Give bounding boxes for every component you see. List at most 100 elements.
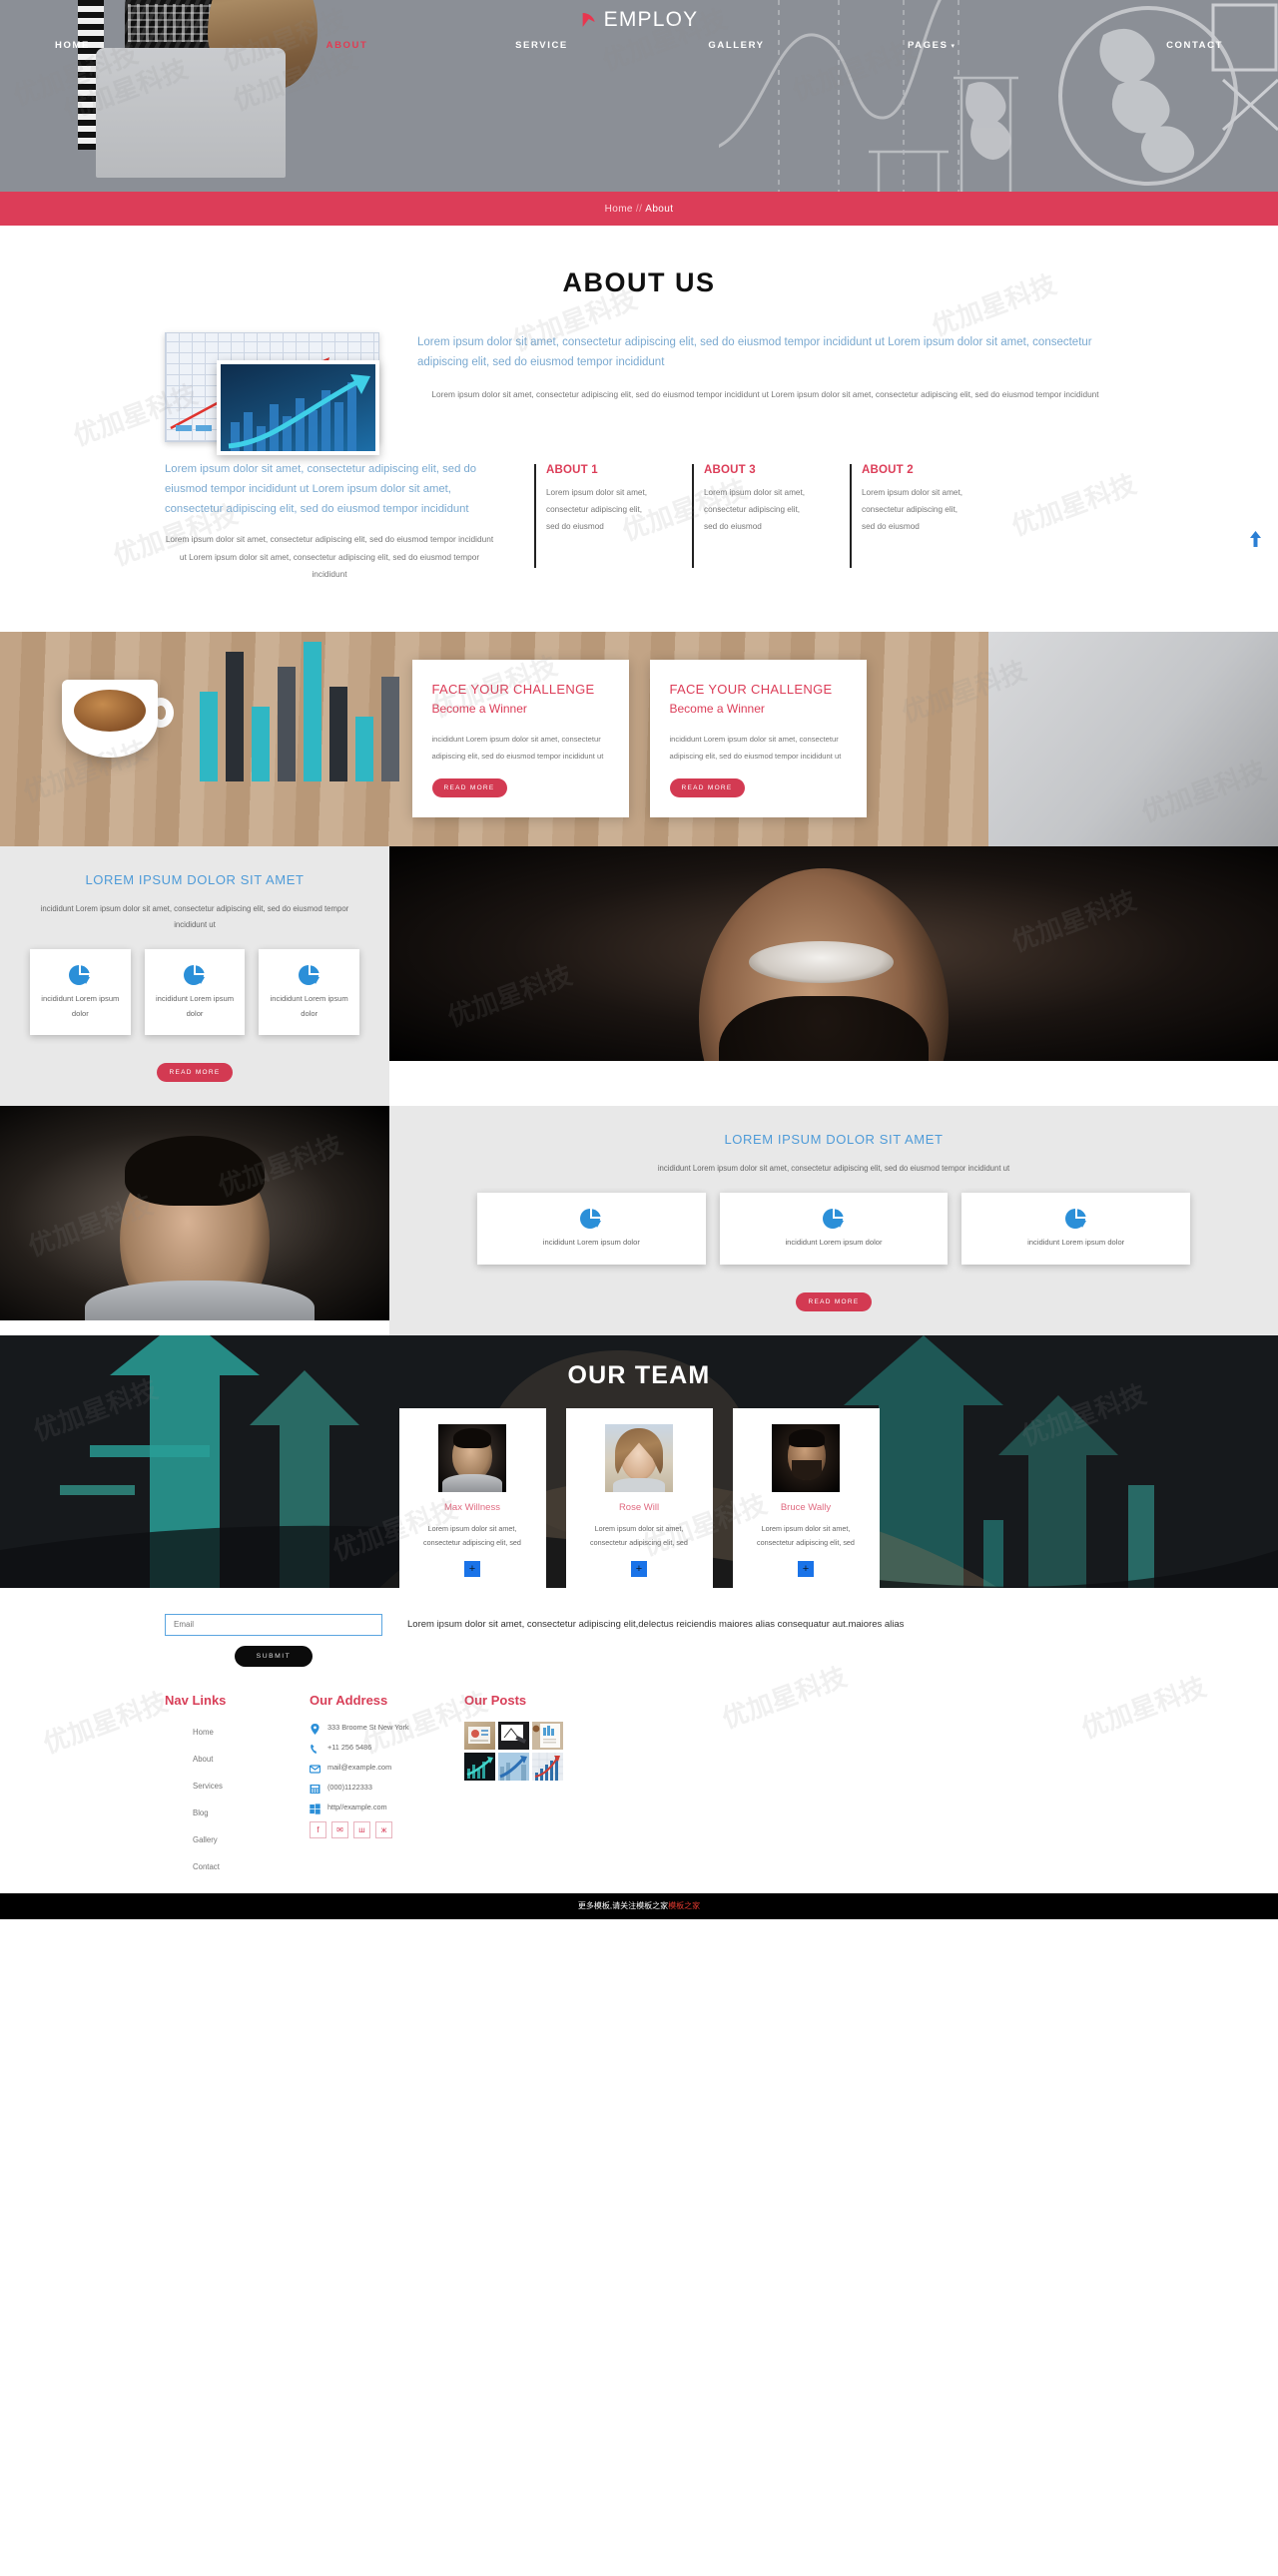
service-card[interactable]: incididunt Lorem ipsum dolor [30,949,131,1036]
post-thumbnail[interactable] [464,1752,495,1781]
about-lead-left: Lorem ipsum dolor sit amet, consectetur … [165,463,477,515]
team-member-bio: Lorem ipsum dolor sit amet, consectetur … [757,1523,855,1548]
posts-grid [464,1721,1113,1781]
about-lead-right: Lorem ipsum dolor sit amet, consectetur … [417,336,1092,369]
footer-link-home[interactable]: Home [193,1728,214,1737]
location-pin-icon [310,1722,320,1735]
post-thumbnail[interactable] [498,1721,529,1750]
hero-banner: EMPLOY HOME ABOUT SERVICE GALLERY PAGES ▾… [0,0,1278,192]
service-card[interactable]: incididunt Lorem ipsum dolor [259,949,360,1036]
about-feature-1: ABOUT 1 Lorem ipsum dolor sit amet, cons… [534,464,654,568]
avatar [772,1423,840,1492]
nav-link-gallery[interactable]: GALLERY [708,40,764,51]
about-feature-3: ABOUT 3 Lorem ipsum dolor sit amet, cons… [692,464,812,568]
address-text: http//example.com [327,1802,387,1811]
bottom-highlight[interactable]: 模板之家 [668,1900,700,1911]
service-card[interactable]: incididunt Lorem ipsum dolor [144,949,246,1036]
service-card-text: incididunt Lorem ipsum dolor [41,994,120,1018]
nav-item-pages[interactable]: PAGES ▾ [834,35,1028,53]
service-panel-2: 优加星科技 优加星科技 优加星科技 优加星科技 LOREM IPSUM DOLO… [9,4,1278,1335]
nav-item-home[interactable]: HOME [55,35,250,53]
brand-logo[interactable]: EMPLOY [580,8,699,32]
challenge-card: FACE YOUR CHALLENGE Become a Winner inci… [649,659,867,818]
mail-icon[interactable]: ✉ [331,1820,348,1838]
post-thumbnail[interactable] [464,1721,495,1750]
nav-item-gallery[interactable]: GALLERY [639,35,834,53]
main-navigation: EMPLOY HOME ABOUT SERVICE GALLERY PAGES ▾… [0,0,1278,192]
pie-chart-icon [822,1209,846,1235]
brand-name: EMPLOY [603,8,699,31]
list-item[interactable]: Home [165,1722,310,1740]
about-section: 优加星科技 优加星科技 优加星科技 优加星科技 优加星科技 优加星科技 ABOU… [0,226,1278,632]
service-card-text: incididunt Lorem ipsum dolor [785,1238,883,1248]
team-member-name: Max Willness [444,1501,500,1513]
service-card[interactable]: incididunt Lorem ipsum dolor [961,1193,1191,1265]
about-illustration [165,332,379,455]
bottom-text: 更多模板,请关注模板之家 [577,1901,669,1911]
footer-link-services[interactable]: Services [193,1782,223,1791]
list-item[interactable]: Services [165,1776,310,1794]
footer-nav-title: Nav Links [165,1692,227,1708]
challenge-heading: FACE YOUR CHALLENGE [431,681,595,697]
post-thumbnail[interactable] [532,1752,563,1781]
nav-item-service[interactable]: SERVICE [444,35,639,53]
portrait-photo-laughing-man: 优加星科技 优加星科技 [389,845,1278,1061]
email-input[interactable] [165,1613,382,1636]
expand-button[interactable]: + [464,1560,480,1577]
address-text: +11 256 5486 [327,1742,372,1752]
watermark: 优加星科技 [443,959,576,1032]
expand-button[interactable]: + [798,1560,814,1577]
footer-link-gallery[interactable]: Gallery [193,1835,218,1844]
chevron-down-icon: ▾ [951,43,956,50]
read-more-button[interactable]: READ MORE [669,778,745,798]
nav-item-about[interactable]: ABOUT [250,35,444,53]
nav-link-about[interactable]: ABOUT [326,40,368,51]
bottom-bar: 更多模板,请关注模板之家 模板之家 [0,1892,1278,1919]
nav-link-contact[interactable]: CONTACT [1166,40,1223,51]
nav-item-contact[interactable]: CONTACT [1028,35,1223,53]
nav-link-service[interactable]: SERVICE [515,40,568,51]
newsletter: SUBMIT Lorem ipsum dolor sit amet, conse… [0,1613,1278,1667]
rss-icon[interactable]: ш [353,1820,370,1838]
breadcrumb-home[interactable]: Home [605,204,633,215]
read-more-button[interactable]: READ MORE [796,1291,872,1311]
list-item[interactable]: Blog [165,1803,310,1820]
team-member-name: Bruce Wally [780,1501,832,1513]
team-member-card: Bruce Wally Lorem ipsum dolor sit amet, … [732,1407,880,1588]
footer-link-contact[interactable]: Contact [193,1862,220,1871]
service-card-text: incididunt Lorem ipsum dolor [1027,1238,1125,1248]
address-website: http//example.com [310,1802,464,1814]
scroll-to-top-icon[interactable] [1249,530,1262,550]
post-thumbnail[interactable] [532,1721,563,1750]
mail-icon [309,1762,321,1774]
nav-list: HOME ABOUT SERVICE GALLERY PAGES ▾ CONTAC… [0,35,1278,53]
service-card[interactable]: incididunt Lorem ipsum dolor [477,1193,706,1265]
read-more-button[interactable]: READ MORE [157,1063,233,1083]
footer-link-about[interactable]: About [193,1755,213,1764]
pie-chart-icon [1064,1209,1088,1235]
expand-button[interactable]: + [631,1560,647,1577]
vk-icon[interactable]: ж [375,1820,392,1838]
avatar [438,1423,506,1492]
coffee-cup-image [62,679,174,765]
facebook-icon[interactable]: f [310,1820,326,1838]
read-more-button[interactable]: READ MORE [431,778,507,798]
service-row-2: 优加星科技 优加星科技 优加星科技 优加星科技 优加星科技 优加星科技 LORE… [0,4,1278,1335]
page: EMPLOY HOME ABOUT SERVICE GALLERY PAGES ▾… [0,0,1278,1919]
list-item[interactable]: Gallery [165,1829,310,1847]
list-item[interactable]: Contact [165,1856,310,1874]
post-thumbnail[interactable] [498,1752,529,1781]
footer-link-blog[interactable]: Blog [193,1808,209,1817]
service-panel-1: 优加星科技 优加星科技 LOREM IPSUM DOLOR SIT AMET i… [0,44,389,1107]
service-description: incididunt Lorem ipsum dolor sit amet, c… [657,1164,1010,1174]
list-item[interactable]: About [165,1749,310,1767]
fax-icon [310,1782,320,1794]
footer-posts-title: Our Posts [464,1692,527,1708]
address-fax: (000)1122333 [310,1782,464,1794]
footer-address-title: Our Address [310,1692,388,1708]
submit-button[interactable]: SUBMIT [234,1645,314,1667]
nav-link-home[interactable]: HOME [55,40,90,51]
flag-mark-icon [580,9,602,31]
service-card[interactable]: incididunt Lorem ipsum dolor [719,1193,949,1265]
nav-link-pages[interactable]: PAGES [908,40,949,51]
